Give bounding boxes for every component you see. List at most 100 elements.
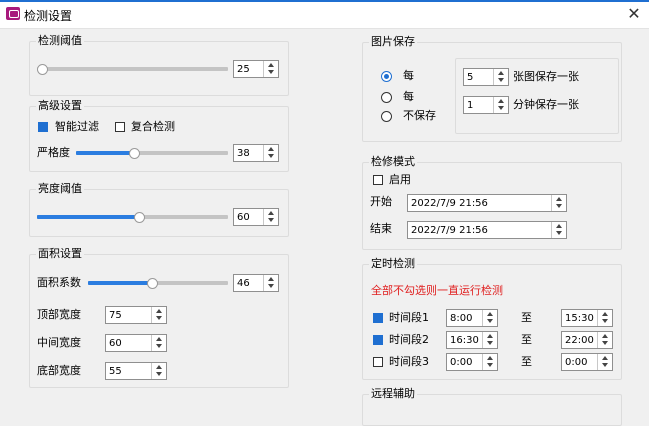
per-minute-value: 1: [467, 100, 474, 111]
save-option-per-minute-radio[interactable]: [381, 92, 392, 103]
maintenance-start-value: 2022/7/9 21:56: [411, 198, 488, 209]
brightness-slider-thumb[interactable]: [134, 212, 145, 223]
spin-arrows-icon[interactable]: [551, 222, 566, 238]
period-1-checkbox[interactable]: [373, 313, 383, 323]
bottom-width-value: 55: [109, 366, 122, 377]
bottom-width-stepper[interactable]: 55: [105, 362, 167, 380]
area-coef-value: 46: [237, 278, 250, 289]
window-title: 检测设置: [24, 9, 73, 23]
save-option-per-image-label: 每: [403, 69, 414, 82]
brightness-value: 60: [237, 212, 250, 223]
period-1-label: 时间段1: [389, 311, 429, 324]
strictness-value: 38: [237, 148, 250, 159]
top-width-label: 顶部宽度: [37, 308, 81, 321]
period-1-end[interactable]: 15:30: [561, 309, 613, 327]
strictness-slider-fill: [76, 151, 134, 155]
spin-arrows-icon[interactable]: [151, 307, 166, 323]
period-3-checkbox[interactable]: [373, 357, 383, 367]
per-minute-stepper[interactable]: 1: [463, 96, 509, 114]
period-3-start[interactable]: 0:00: [446, 353, 498, 371]
detect-threshold-stepper[interactable]: 25: [233, 60, 279, 78]
spin-arrows-icon[interactable]: [263, 209, 278, 225]
period-3-end-value: 0:00: [565, 357, 588, 368]
app-icon: [6, 7, 20, 20]
spin-arrows-icon[interactable]: [551, 195, 566, 211]
area-coef-slider-thumb[interactable]: [147, 278, 158, 289]
mid-width-stepper[interactable]: 60: [105, 334, 167, 352]
spin-arrows-icon[interactable]: [263, 61, 278, 77]
top-width-stepper[interactable]: 75: [105, 306, 167, 324]
spin-arrows-icon[interactable]: [482, 354, 497, 370]
per-minute-suffix: 分钟保存一张: [513, 98, 579, 111]
period-2-end-value: 22:00: [565, 335, 594, 346]
period-1-start[interactable]: 8:00: [446, 309, 498, 327]
period-2-checkbox[interactable]: [373, 335, 383, 345]
save-option-per-image-radio[interactable]: [381, 71, 392, 82]
maintenance-start-datetime[interactable]: 2022/7/9 21:56: [407, 194, 567, 212]
maintenance-end-value: 2022/7/9 21:56: [411, 225, 488, 236]
detect-threshold-value: 25: [237, 64, 250, 75]
strictness-slider-thumb[interactable]: [129, 148, 140, 159]
spin-arrows-icon[interactable]: [151, 335, 166, 351]
period-2-start[interactable]: 16:30: [446, 331, 498, 349]
spin-arrows-icon[interactable]: [482, 310, 497, 326]
image-save-title: 图片保存: [369, 35, 417, 49]
strictness-stepper[interactable]: 38: [233, 144, 279, 162]
detect-threshold-title: 检测阈值: [36, 34, 84, 48]
maintenance-end-datetime[interactable]: 2022/7/9 21:56: [407, 221, 567, 239]
spin-arrows-icon[interactable]: [493, 97, 508, 113]
period-3-label: 时间段3: [389, 355, 429, 368]
area-title: 面积设置: [36, 247, 84, 261]
per-image-suffix: 张图保存一张: [513, 70, 579, 83]
per-image-value: 5: [467, 72, 474, 83]
remote-title: 远程辅助: [369, 387, 417, 401]
close-icon: ✕: [627, 4, 641, 23]
period-2-start-value: 16:30: [450, 335, 479, 346]
spin-arrows-icon[interactable]: [597, 332, 612, 348]
period-3-to: 至: [521, 355, 532, 368]
top-width-value: 75: [109, 310, 122, 321]
per-image-stepper[interactable]: 5: [463, 68, 509, 86]
detect-threshold-slider[interactable]: [37, 67, 228, 71]
spin-arrows-icon[interactable]: [263, 275, 278, 291]
smart-filter-label: 智能过滤: [55, 120, 99, 133]
spin-arrows-icon[interactable]: [493, 69, 508, 85]
brightness-stepper[interactable]: 60: [233, 208, 279, 226]
mid-width-value: 60: [109, 338, 122, 349]
period-2-end[interactable]: 22:00: [561, 331, 613, 349]
spin-arrows-icon[interactable]: [597, 354, 612, 370]
spin-arrows-icon[interactable]: [263, 145, 278, 161]
period-2-to: 至: [521, 333, 532, 346]
bottom-width-label: 底部宽度: [37, 364, 81, 377]
schedule-title: 定时检测: [369, 257, 417, 271]
area-coef-stepper[interactable]: 46: [233, 274, 279, 292]
period-3-end[interactable]: 0:00: [561, 353, 613, 371]
save-option-none-label: 不保存: [403, 109, 436, 122]
title-bar: [0, 0, 649, 29]
spin-arrows-icon[interactable]: [597, 310, 612, 326]
save-option-none-radio[interactable]: [381, 111, 392, 122]
period-1-end-value: 15:30: [565, 313, 594, 324]
schedule-note: 全部不勾选则一直运行检测: [371, 284, 503, 297]
advanced-title: 高级设置: [36, 99, 84, 113]
save-option-per-minute-label: 每: [403, 90, 414, 103]
smart-filter-checkbox[interactable]: [38, 122, 48, 132]
period-1-start-value: 8:00: [450, 313, 473, 324]
area-coef-label: 面积系数: [37, 276, 81, 289]
period-1-to: 至: [521, 311, 532, 324]
maintenance-start-label: 开始: [370, 195, 392, 208]
composite-detect-label: 复合检测: [131, 120, 175, 133]
maintenance-end-label: 结束: [370, 222, 392, 235]
maintenance-enable-checkbox[interactable]: [373, 175, 383, 185]
spin-arrows-icon[interactable]: [151, 363, 166, 379]
maintenance-enable-label: 启用: [389, 173, 411, 186]
close-button[interactable]: ✕: [624, 4, 644, 24]
composite-detect-checkbox[interactable]: [115, 122, 125, 132]
brightness-slider-fill: [37, 215, 139, 219]
area-coef-slider-fill: [88, 281, 152, 285]
brightness-title: 亮度阈值: [36, 182, 84, 196]
advanced-group: [29, 106, 289, 172]
maintenance-title: 检修模式: [369, 155, 417, 169]
detect-threshold-slider-thumb[interactable]: [37, 64, 48, 75]
spin-arrows-icon[interactable]: [482, 332, 497, 348]
